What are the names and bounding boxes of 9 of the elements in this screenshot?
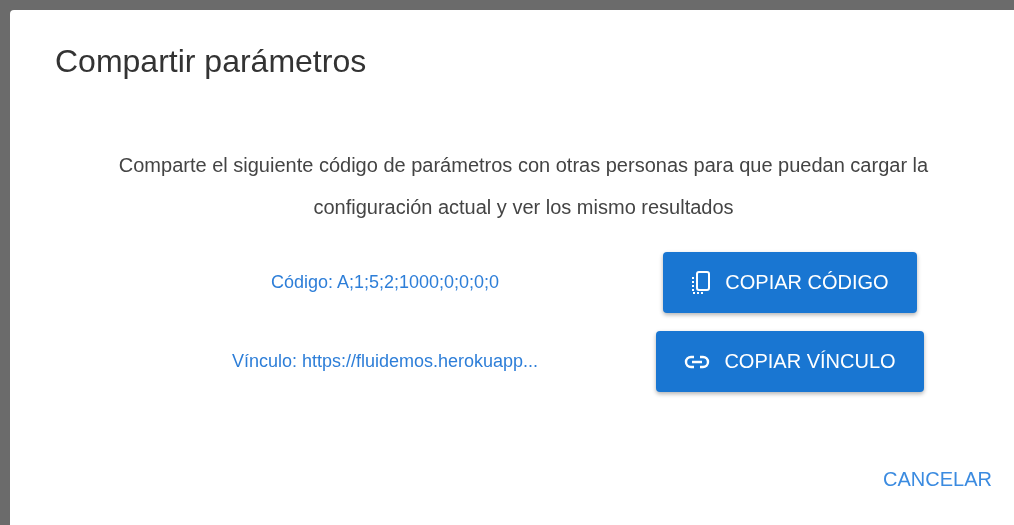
copy-link-button[interactable]: COPIAR VÍNCULO bbox=[656, 331, 924, 392]
dialog-title: Compartir parámetros bbox=[55, 43, 368, 80]
copy-code-button[interactable]: COPIAR CÓDIGO bbox=[663, 252, 917, 313]
dialog-message: Comparte el siguiente código de parámetros con otras personas para que puedan cargar la configuración actual y ver los mismo resultados bbox=[117, 153, 930, 220]
cancel-button[interactable]: CANCELAR bbox=[883, 464, 992, 495]
copy-icon bbox=[691, 270, 712, 295]
code-text: Código: A;1;5;2;1000;0;0;0;0 bbox=[269, 272, 501, 293]
link-text: Vínculo: https://fluidemos.herokuapp... bbox=[230, 351, 540, 372]
link-icon bbox=[684, 354, 711, 369]
